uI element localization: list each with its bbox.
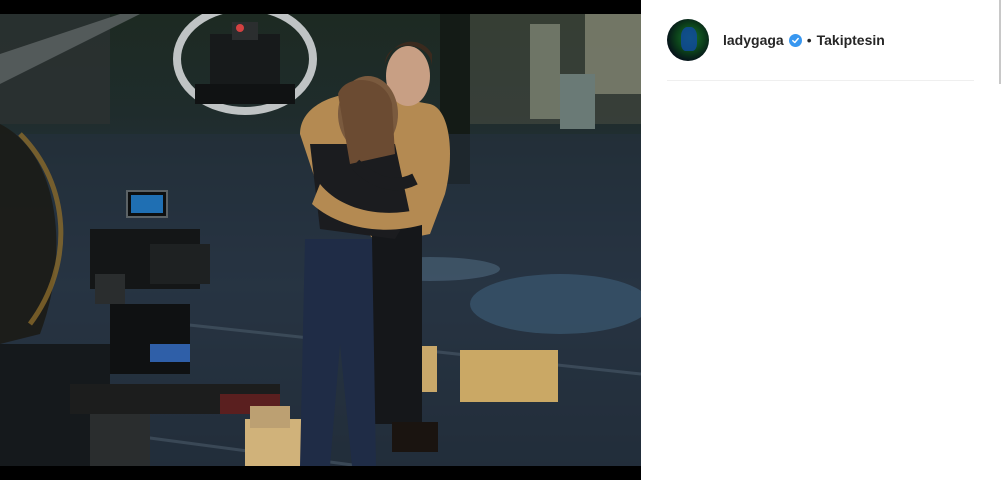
image-letterbox-bottom bbox=[0, 466, 641, 480]
image-letterbox-top bbox=[0, 0, 641, 14]
post-sidebar: ladygaga • Takiptesin bbox=[641, 0, 1002, 480]
post-header: ladygaga • Takiptesin bbox=[667, 18, 885, 62]
post-photo-illustration bbox=[0, 14, 641, 466]
verified-badge-icon bbox=[788, 33, 802, 47]
author-username[interactable]: ladygaga bbox=[723, 32, 784, 48]
scrollbar[interactable] bbox=[999, 0, 1001, 84]
following-button[interactable]: Takiptesin bbox=[817, 32, 885, 48]
header-divider bbox=[667, 80, 974, 81]
author-avatar[interactable] bbox=[667, 19, 709, 61]
post-image[interactable] bbox=[0, 14, 641, 466]
header-separator: • bbox=[806, 32, 812, 48]
